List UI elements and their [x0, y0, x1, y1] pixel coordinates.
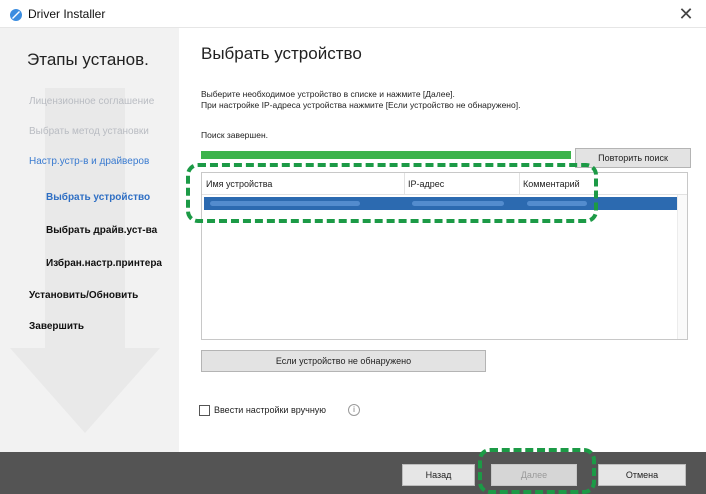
app-icon: [10, 9, 22, 21]
step-license: Лицензионное соглашение: [29, 96, 155, 107]
sidebar: Этапы установ. Лицензионное соглашение В…: [0, 28, 179, 452]
footer-bar: Назад Далее Отмена: [0, 452, 706, 494]
cancel-button[interactable]: Отмена: [598, 464, 686, 486]
step-select-device: Выбрать устройство: [46, 192, 151, 203]
sidebar-title: Этапы установ.: [27, 50, 149, 69]
highlight-marker-next: [478, 448, 596, 494]
page-title: Выбрать устройство: [201, 44, 362, 63]
search-progress-bar: [201, 151, 571, 159]
instruction-line-2: При настройке IP-адреса устройства нажми…: [201, 100, 521, 110]
title-bar: Driver Installer ✕: [0, 0, 706, 28]
step-printer-prefs: Избран.настр.принтера: [46, 258, 162, 269]
close-button[interactable]: ✕: [666, 0, 706, 28]
back-button[interactable]: Назад: [402, 464, 475, 486]
device-not-found-button[interactable]: Если устройство не обнаружено: [201, 350, 486, 372]
step-select-driver: Выбрать драйв.уст-ва: [46, 225, 158, 236]
step-finish: Завершить: [29, 321, 85, 332]
list-scrollbar[interactable]: [677, 195, 687, 339]
step-device-settings: Настр.устр-в и драйверов: [29, 156, 150, 167]
close-icon: ✕: [678, 4, 694, 24]
progress-fill: [201, 151, 571, 159]
instruction-line-1: Выберите необходимое устройство в списке…: [201, 89, 455, 99]
manual-settings-checkbox[interactable]: [199, 405, 210, 416]
step-install-method: Выбрать метод установки: [29, 126, 149, 137]
info-icon[interactable]: i: [348, 404, 360, 416]
search-status: Поиск завершен.: [201, 130, 269, 140]
highlight-marker-list: [186, 163, 598, 223]
manual-settings-label[interactable]: Ввести настройки вручную: [214, 405, 326, 415]
window-title: Driver Installer: [28, 7, 106, 21]
step-install-update: Установить/Обновить: [29, 290, 139, 301]
